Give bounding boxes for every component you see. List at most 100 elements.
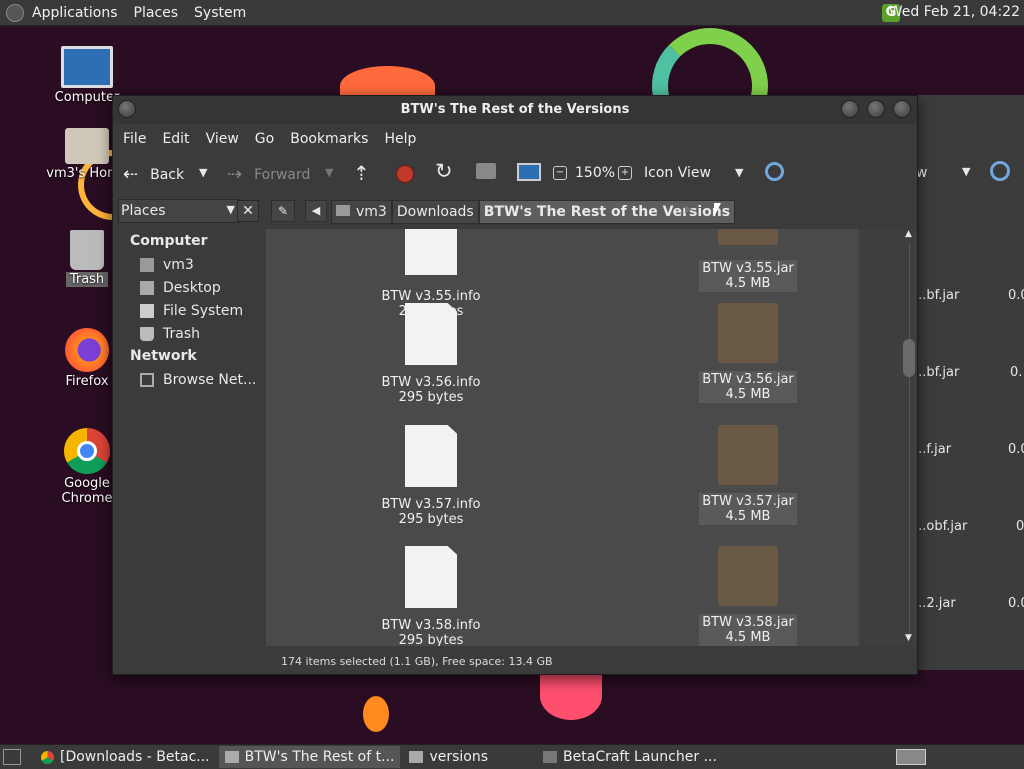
file-size: 295 bytes [398, 512, 464, 527]
app-icon [543, 751, 558, 763]
zoom-out-icon[interactable]: − [553, 166, 567, 180]
vertical-scrollbar[interactable] [909, 243, 910, 633]
forward-button[interactable]: ⇢ Forward [227, 164, 310, 185]
sidebar-heading-computer: Computer [130, 233, 208, 249]
close-sidebar-icon[interactable]: ✕ [237, 200, 259, 222]
file-item[interactable]: BTW v3.55.jar 4.5 MB [678, 229, 818, 292]
task-betacraft-launcher[interactable]: BetaCraft Launcher ... [537, 746, 723, 768]
jar-package-icon [718, 303, 778, 363]
back-button[interactable]: ⇠ Back [123, 164, 184, 185]
file-size: 0. [1010, 365, 1023, 380]
background-file-manager-window[interactable]: w ▼ ...bf.jar 0.0 ...bf.jar 0. ...f.jar 0.0… [900, 95, 1024, 670]
sidebar-item-filesystem[interactable]: File System [113, 299, 264, 322]
text-file-icon [405, 303, 457, 365]
task-versions-folder[interactable]: versions [403, 746, 494, 768]
task-label: BTW's The Rest of t... [244, 749, 395, 765]
file-item[interactable]: BTW v3.58.info 295 bytes [361, 546, 501, 646]
jar-package-icon [718, 425, 778, 485]
file-name: BTW v3.57.jar [702, 494, 794, 509]
workspace-switcher-icon[interactable] [896, 749, 926, 765]
top-panel: Applications Places System G Wed Feb 21,… [0, 0, 1024, 26]
file-manager-window[interactable]: BTW's The Rest of the Versions File Edit… [112, 95, 918, 675]
file-icon-view[interactable]: BTW v3.55.info 295 bytes BTW v3.55.jar4.… [266, 229, 859, 646]
maximize-button[interactable] [867, 100, 885, 118]
menu-applications[interactable]: Applications [24, 5, 126, 21]
crumb-label: vm3 [356, 204, 387, 220]
file-item[interactable]: BTW v3.57.jar 4.5 MB [678, 425, 818, 525]
search-icon[interactable] [990, 161, 1010, 181]
menu-help[interactable]: Help [376, 131, 424, 147]
task-label: versions [429, 749, 489, 765]
arrow-right-icon: ⇢ [227, 164, 243, 185]
file-item[interactable]: BTW v3.56.jar 4.5 MB [678, 303, 818, 403]
breadcrumb-next-icon[interactable]: ▶ [685, 204, 693, 215]
menu-bookmarks[interactable]: Bookmarks [282, 131, 376, 147]
bg-window-toolbar: w ▼ [900, 153, 1024, 193]
list-item[interactable]: ...obf.jar 0 [914, 519, 1024, 534]
file-item[interactable]: BTW v3.57.info 295 bytes [361, 425, 501, 527]
search-icon[interactable] [765, 162, 784, 181]
panel-clock[interactable]: Wed Feb 21, 04:22 [889, 0, 1020, 25]
arrow-left-icon: ⇠ [123, 164, 139, 185]
bg-blob-pink [540, 672, 602, 720]
scrollbar-thumb[interactable] [903, 339, 915, 377]
sidebar-item-desktop[interactable]: Desktop [113, 276, 264, 299]
file-name: ...obf.jar [914, 519, 968, 534]
list-item[interactable]: ...f.jar 0.0 [914, 442, 1024, 457]
sidebar-item-label: vm3 [163, 256, 194, 273]
home-icon [336, 205, 350, 216]
menu-file[interactable]: File [115, 131, 154, 147]
list-item[interactable]: ...bf.jar 0. [914, 365, 1024, 380]
edit-location-icon[interactable]: ✎ [271, 200, 295, 222]
sidebar-type-select[interactable]: Places ▼ [118, 199, 240, 223]
sidebar-item-label: Browse Net... [163, 371, 257, 388]
crumb-downloads[interactable]: Downloads [391, 200, 479, 224]
window-titlebar[interactable]: BTW's The Rest of the Versions [113, 96, 917, 124]
menu-go[interactable]: Go [247, 131, 282, 147]
sidebar-item-trash[interactable]: Trash [113, 322, 264, 345]
reload-icon[interactable]: ↻ [435, 159, 453, 183]
sidebar-item-vm3[interactable]: vm3 [113, 253, 264, 276]
chevron-down-icon[interactable]: ▼ [962, 165, 970, 178]
list-item[interactable]: ...bf.jar 0.0 [914, 288, 1024, 303]
task-downloads-chrome[interactable]: [Downloads - Betac... [35, 746, 216, 768]
computer-icon[interactable] [517, 163, 541, 181]
file-name: BTW v3.58.info [381, 618, 481, 633]
chevron-down-icon[interactable]: ▼ [735, 166, 743, 179]
up-arrow-icon[interactable]: ⇡ [353, 161, 370, 185]
menu-places[interactable]: Places [126, 5, 187, 21]
chevron-down-icon[interactable]: ▼ [325, 166, 333, 179]
breadcrumb-prev-icon[interactable]: ◀ [305, 200, 327, 222]
file-size: 4.5 MB [725, 509, 771, 524]
file-item[interactable]: BTW v3.56.info 295 bytes [361, 303, 501, 405]
sidebar-item-browse-network[interactable]: Browse Net... [113, 368, 264, 391]
menu-edit[interactable]: Edit [154, 131, 197, 147]
menu-view[interactable]: View [198, 131, 247, 147]
show-desktop-icon[interactable] [3, 749, 21, 765]
file-size: 295 bytes [398, 633, 464, 646]
file-label: BTW v3.55.jar 4.5 MB [699, 260, 797, 292]
task-file-manager-current[interactable]: BTW's The Rest of t... [218, 746, 401, 768]
folder-icon [224, 751, 239, 763]
crumb-vm3[interactable]: vm3 [331, 200, 392, 224]
view-mode-select[interactable]: Icon View [644, 165, 711, 181]
zoom-level[interactable]: 150% [575, 165, 615, 181]
list-item[interactable]: ...2.jar 0.0 [914, 596, 1024, 611]
file-size: 0.0 [1008, 288, 1024, 303]
menu-system[interactable]: System [186, 5, 254, 21]
chevron-down-icon[interactable]: ▼ [199, 166, 207, 179]
file-name: BTW v3.55.jar [702, 261, 794, 276]
file-item[interactable]: BTW v3.58.jar 4.5 MB [678, 546, 818, 646]
zoom-in-icon[interactable]: + [618, 166, 632, 180]
scroll-down-arrow[interactable]: ▼ [905, 633, 912, 643]
minimize-button[interactable] [841, 100, 859, 118]
distro-logo-icon[interactable] [6, 3, 24, 22]
crumb-current[interactable]: BTW's The Rest of the Versions [478, 200, 736, 224]
sidebar-item-label: Trash [163, 325, 200, 342]
scroll-up-arrow[interactable]: ▲ [905, 229, 912, 239]
stop-icon[interactable] [396, 165, 414, 183]
file-label: BTW v3.58.jar 4.5 MB [699, 614, 797, 646]
home-icon[interactable] [476, 163, 496, 179]
close-button[interactable] [893, 100, 911, 118]
menubar: File Edit View Go Bookmarks Help [113, 124, 917, 154]
